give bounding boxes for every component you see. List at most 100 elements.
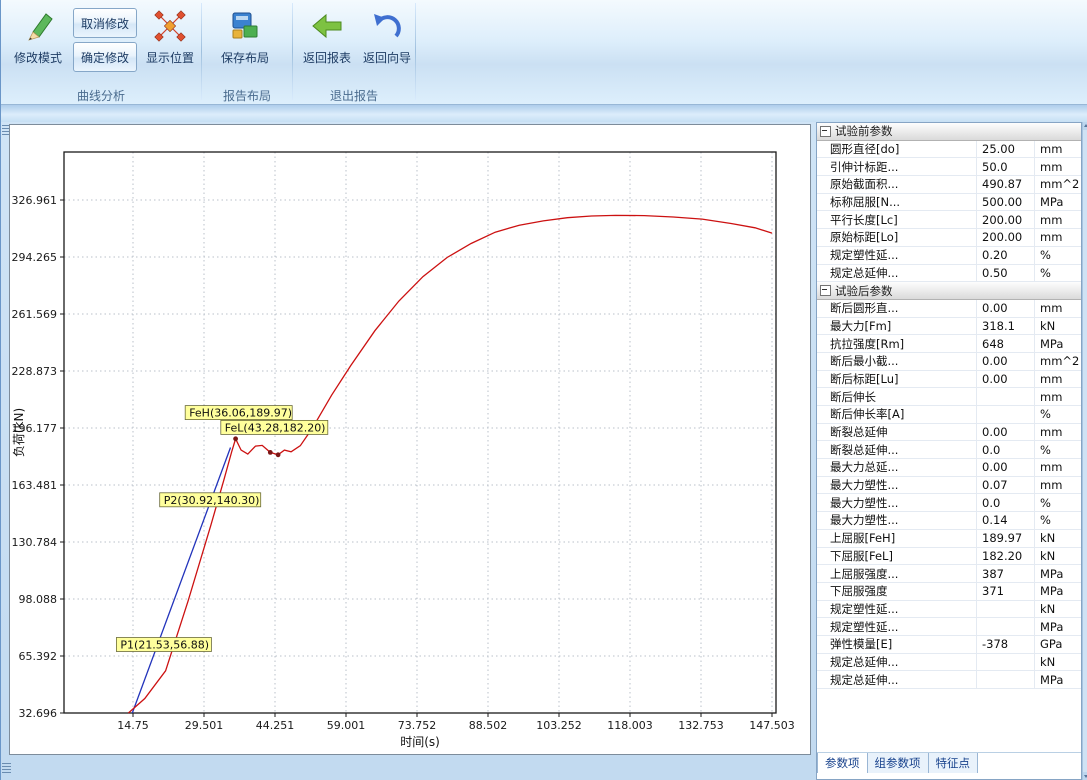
param-row[interactable]: 下屈服[FeL] 182.20 kN [817, 548, 1081, 566]
param-value[interactable]: 490.87 [977, 176, 1035, 193]
param-row[interactable]: 弹性模量[E] -378 GPa [817, 636, 1081, 654]
param-label: 断裂总延伸 [817, 424, 977, 441]
param-value[interactable] [977, 388, 1035, 405]
param-row[interactable]: 抗拉强度[Rm] 648 MPa [817, 335, 1081, 353]
param-value[interactable] [977, 618, 1035, 635]
section-header-pre-test[interactable]: 试验前参数 [817, 123, 1081, 141]
y-tick-label: 65.392 [19, 650, 58, 663]
param-row[interactable]: 最大力塑性... 0.07 mm [817, 477, 1081, 495]
scroll-down-icon[interactable] [1083, 772, 1087, 780]
param-value[interactable]: 182.20 [977, 548, 1035, 565]
param-value[interactable]: 0.00 [977, 353, 1035, 370]
scroll-up-icon[interactable] [1083, 122, 1087, 130]
param-value[interactable]: 189.97 [977, 530, 1035, 547]
param-value[interactable] [977, 671, 1035, 688]
x-tick-label: 29.501 [185, 719, 224, 732]
collapse-icon[interactable] [820, 126, 831, 137]
param-value[interactable]: 200.00 [977, 229, 1035, 246]
param-row[interactable]: 圆形直径[do] 25.00 mm [817, 141, 1081, 159]
show-position-button[interactable]: 显示位置 [141, 3, 199, 88]
param-value[interactable]: 0.20 [977, 247, 1035, 264]
param-value[interactable]: 0.0 [977, 441, 1035, 458]
param-row[interactable]: 上屈服[FeH] 189.97 kN [817, 530, 1081, 548]
x-axis-label: 时间(s) [400, 735, 440, 749]
param-row[interactable]: 原始标距[Lo] 200.00 mm [817, 229, 1081, 247]
cancel-modify-button[interactable]: 取消修改 [73, 8, 137, 38]
param-row[interactable]: 断后圆形直... 0.00 mm [817, 300, 1081, 318]
param-value[interactable] [977, 601, 1035, 618]
param-row[interactable]: 规定塑性延... MPa [817, 618, 1081, 636]
param-row[interactable]: 最大力[Fm] 318.1 kN [817, 318, 1081, 336]
param-unit: % [1035, 407, 1081, 421]
param-row[interactable]: 原始截面积... 490.87 mm^2 [817, 176, 1081, 194]
param-value[interactable] [977, 654, 1035, 671]
annotation-label: FeL(43.28,182.20) [225, 421, 326, 434]
save-layout-button[interactable]: 保存布局 [213, 3, 277, 88]
confirm-modify-button[interactable]: 确定修改 [73, 42, 137, 72]
param-label: 抗拉强度[Rm] [817, 335, 977, 352]
param-label: 规定塑性延... [817, 247, 977, 264]
param-label: 最大力[Fm] [817, 318, 977, 335]
param-row[interactable]: 引伸计标距... 50.0 mm [817, 158, 1081, 176]
param-value[interactable]: 0.0 [977, 494, 1035, 511]
param-value[interactable]: 0.00 [977, 459, 1035, 476]
y-tick-label: 294.265 [12, 251, 58, 264]
section-header-post-test[interactable]: 试验后参数 [817, 282, 1081, 300]
param-unit: kN [1035, 602, 1081, 616]
param-value[interactable]: 500.00 [977, 194, 1035, 211]
param-row[interactable]: 规定总延伸... MPa [817, 671, 1081, 689]
feature-marker [276, 452, 281, 457]
param-row[interactable]: 断裂总延伸 0.00 mm [817, 424, 1081, 442]
param-row[interactable]: 规定塑性延... 0.20 % [817, 247, 1081, 265]
param-row[interactable]: 规定总延伸... 0.50 % [817, 265, 1081, 283]
collapse-icon[interactable] [820, 285, 831, 296]
tab-feature-points[interactable]: 特征点 [929, 753, 979, 773]
param-value[interactable]: 0.00 [977, 300, 1035, 317]
param-unit: % [1035, 443, 1081, 457]
param-row[interactable]: 标称屈服[N... 500.00 MPa [817, 194, 1081, 212]
back-to-report-button[interactable]: 返回报表 [299, 3, 355, 88]
modify-mode-button[interactable]: 修改模式 [7, 3, 69, 88]
param-row[interactable]: 上屈服强度... 387 MPa [817, 565, 1081, 583]
param-value[interactable] [977, 406, 1035, 423]
param-value[interactable]: 0.50 [977, 265, 1035, 282]
bottom-panel-grip-icon[interactable] [2, 763, 11, 775]
param-value[interactable]: 318.1 [977, 318, 1035, 335]
param-unit: mm [1035, 478, 1081, 492]
param-row[interactable]: 规定塑性延... kN [817, 601, 1081, 619]
param-value[interactable]: 371 [977, 583, 1035, 600]
param-row[interactable]: 断后最小截... 0.00 mm^2 [817, 353, 1081, 371]
param-value[interactable]: 0.00 [977, 371, 1035, 388]
post-test-rows: 断后圆形直... 0.00 mm 最大力[Fm] 318.1 kN 抗拉强度[R… [817, 300, 1081, 689]
param-row[interactable]: 最大力总延... 0.00 mm [817, 459, 1081, 477]
param-value[interactable]: 0.07 [977, 477, 1035, 494]
param-label: 上屈服强度... [817, 565, 977, 582]
param-value[interactable]: 0.00 [977, 424, 1035, 441]
param-row[interactable]: 断后标距[Lu] 0.00 mm [817, 371, 1081, 389]
vertical-scrollbar[interactable] [1082, 122, 1087, 780]
param-row[interactable]: 下屈服强度 371 MPa [817, 583, 1081, 601]
param-unit: mm^2 [1035, 354, 1081, 368]
y-tick-label: 326.961 [12, 194, 58, 207]
param-row[interactable]: 断裂总延伸... 0.0 % [817, 441, 1081, 459]
param-row[interactable]: 规定总延伸... kN [817, 654, 1081, 672]
back-to-wizard-button[interactable]: 返回向导 [359, 3, 415, 88]
param-value[interactable]: 648 [977, 335, 1035, 352]
param-value[interactable]: 200.00 [977, 211, 1035, 228]
param-value[interactable]: 25.00 [977, 141, 1035, 158]
param-row[interactable]: 断后伸长率[A] % [817, 406, 1081, 424]
cancel-modify-label: 取消修改 [81, 15, 129, 32]
param-value[interactable]: 50.0 [977, 158, 1035, 175]
tab-group-params[interactable]: 组参数项 [868, 753, 929, 773]
param-label: 断后标距[Lu] [817, 371, 977, 388]
param-row[interactable]: 断后伸长 mm [817, 388, 1081, 406]
annotation-label: P2(30.92,140.30) [164, 494, 260, 507]
param-row[interactable]: 最大力塑性... 0.0 % [817, 494, 1081, 512]
param-row[interactable]: 平行长度[Lc] 200.00 mm [817, 211, 1081, 229]
param-value[interactable]: -378 [977, 636, 1035, 653]
param-value[interactable]: 387 [977, 565, 1035, 582]
param-value[interactable]: 0.14 [977, 512, 1035, 529]
elastic-fit-line [132, 448, 230, 714]
param-row[interactable]: 最大力塑性... 0.14 % [817, 512, 1081, 530]
tab-params[interactable]: 参数项 [817, 753, 868, 773]
